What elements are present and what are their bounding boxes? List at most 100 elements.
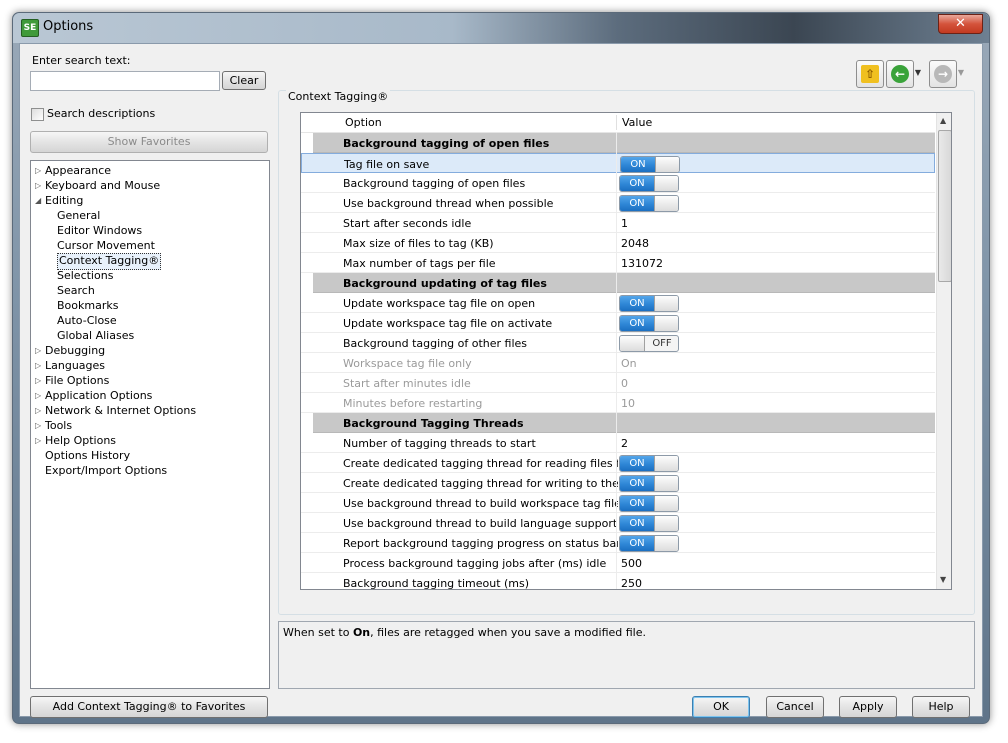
- scroll-thumb[interactable]: [938, 130, 951, 282]
- option-value[interactable]: 2048: [621, 237, 649, 250]
- option-row[interactable]: Update workspace tag file on activate ON: [301, 313, 935, 333]
- option-row[interactable]: Start after seconds idle 1: [301, 213, 935, 233]
- options-grid[interactable]: Option Value Background tagging of open …: [300, 112, 952, 590]
- option-row[interactable]: Report background tagging progress on st…: [301, 533, 935, 553]
- option-row[interactable]: Update workspace tag file on open ON: [301, 293, 935, 313]
- on-off-toggle[interactable]: ON: [619, 315, 679, 332]
- tree-item[interactable]: Search: [57, 283, 95, 298]
- on-off-toggle[interactable]: ON: [619, 175, 679, 192]
- tree-item[interactable]: Application Options: [45, 388, 152, 403]
- option-row[interactable]: Background tagging of other files OFF: [301, 333, 935, 353]
- tree-item[interactable]: Global Aliases: [57, 328, 134, 343]
- collapsed-triangle-icon[interactable]: ▷: [35, 181, 43, 191]
- search-descriptions-checkbox[interactable]: [31, 108, 44, 121]
- option-row[interactable]: Background tagging timeout (ms) 250: [301, 573, 935, 589]
- collapsed-triangle-icon[interactable]: ▷: [35, 421, 43, 431]
- scroll-up-icon[interactable]: ▲: [940, 116, 946, 125]
- option-row[interactable]: Tag file on save ON: [301, 153, 935, 173]
- tree-item[interactable]: Editor Windows: [57, 223, 142, 238]
- description-suffix: , files are retagged when you save a mod…: [370, 626, 647, 639]
- collapsed-triangle-icon[interactable]: ▷: [35, 346, 43, 356]
- show-favorites-button[interactable]: Show Favorites: [30, 131, 268, 153]
- tree-item[interactable]: File Options: [45, 373, 109, 388]
- up-button[interactable]: ⇧: [856, 60, 884, 88]
- grid-scrollbar[interactable]: ▲ ▼: [936, 113, 951, 589]
- option-value[interactable]: 2: [621, 437, 628, 450]
- app-icon: SE: [21, 19, 39, 37]
- group-header-row[interactable]: Background Tagging Threads: [313, 413, 935, 433]
- scroll-down-icon[interactable]: ▼: [940, 575, 946, 584]
- collapsed-triangle-icon[interactable]: ▷: [35, 406, 43, 416]
- tree-item[interactable]: Export/Import Options: [45, 463, 167, 478]
- option-row[interactable]: Use background thread when possible ON: [301, 193, 935, 213]
- option-row[interactable]: Number of tagging threads to start 2: [301, 433, 935, 453]
- ok-button[interactable]: OK: [692, 696, 750, 718]
- on-off-toggle[interactable]: ON: [619, 515, 679, 532]
- add-to-favorites-button[interactable]: Add Context Tagging® to Favorites: [30, 696, 268, 718]
- option-row[interactable]: Minutes before restarting 10: [301, 393, 935, 413]
- on-off-toggle[interactable]: ON: [619, 535, 679, 552]
- option-row[interactable]: Create dedicated tagging thread for writ…: [301, 473, 935, 493]
- option-row[interactable]: Use background thread to build workspace…: [301, 493, 935, 513]
- tree-item[interactable]: General: [57, 208, 100, 223]
- on-off-toggle[interactable]: ON: [619, 195, 679, 212]
- tree-item[interactable]: Cursor Movement: [57, 238, 155, 253]
- tree-item[interactable]: Tools: [45, 418, 72, 433]
- option-row[interactable]: Max size of files to tag (KB) 2048: [301, 233, 935, 253]
- forward-dropdown[interactable]: ▼: [956, 60, 966, 86]
- options-tree[interactable]: ▷ Appearance ▷ Keyboard and Mouse ◢ Editing Ge…: [30, 160, 270, 689]
- title-bar[interactable]: SE Options ✕: [13, 13, 989, 43]
- tree-item[interactable]: Network & Internet Options: [45, 403, 196, 418]
- tree-item[interactable]: Help Options: [45, 433, 116, 448]
- clear-button[interactable]: Clear: [222, 71, 266, 90]
- option-row[interactable]: Max number of tags per file 131072: [301, 253, 935, 273]
- tree-item[interactable]: Keyboard and Mouse: [45, 178, 160, 193]
- tree-item[interactable]: Editing: [45, 193, 83, 208]
- help-button[interactable]: Help: [912, 696, 970, 718]
- cancel-button[interactable]: Cancel: [766, 696, 824, 718]
- on-off-toggle[interactable]: ON: [619, 475, 679, 492]
- option-value[interactable]: 250: [621, 577, 642, 589]
- option-value[interactable]: 0: [621, 377, 628, 390]
- option-value[interactable]: 131072: [621, 257, 663, 270]
- on-off-toggle[interactable]: ON: [620, 156, 680, 173]
- collapsed-triangle-icon[interactable]: ▷: [35, 391, 43, 401]
- column-header-value[interactable]: Value: [622, 116, 652, 129]
- group-header-row[interactable]: Background updating of tag files: [313, 273, 935, 293]
- option-value[interactable]: On: [621, 357, 637, 370]
- option-row[interactable]: Background tagging of open files ON: [301, 173, 935, 193]
- tree-item[interactable]: Debugging: [45, 343, 105, 358]
- tree-item[interactable]: Auto-Close: [57, 313, 117, 328]
- option-row[interactable]: Start after minutes idle 0: [301, 373, 935, 393]
- tree-item[interactable]: Languages: [45, 358, 105, 373]
- option-value[interactable]: 10: [621, 397, 635, 410]
- expanded-triangle-icon[interactable]: ◢: [35, 196, 43, 206]
- close-button[interactable]: ✕: [938, 14, 983, 34]
- group-header-row[interactable]: Background tagging of open files: [313, 133, 935, 153]
- on-off-toggle[interactable]: ON: [619, 495, 679, 512]
- tree-item[interactable]: Appearance: [45, 163, 111, 178]
- option-value[interactable]: 500: [621, 557, 642, 570]
- apply-button[interactable]: Apply: [839, 696, 897, 718]
- collapsed-triangle-icon[interactable]: ▷: [35, 166, 43, 176]
- option-row[interactable]: Process background tagging jobs after (m…: [301, 553, 935, 573]
- collapsed-triangle-icon[interactable]: ▷: [35, 376, 43, 386]
- column-header-option[interactable]: Option: [345, 116, 382, 129]
- on-off-toggle[interactable]: ON: [619, 295, 679, 312]
- back-button[interactable]: ←: [886, 60, 914, 88]
- option-row[interactable]: Create dedicated tagging thread for read…: [301, 453, 935, 473]
- forward-button[interactable]: →: [929, 60, 957, 88]
- on-off-toggle[interactable]: OFF: [619, 335, 679, 352]
- option-value[interactable]: 1: [621, 217, 628, 230]
- search-input[interactable]: [30, 71, 220, 91]
- on-off-toggle[interactable]: ON: [619, 455, 679, 472]
- collapsed-triangle-icon[interactable]: ▷: [35, 436, 43, 446]
- back-dropdown[interactable]: ▼: [913, 60, 923, 86]
- tree-item[interactable]: Options History: [45, 448, 130, 463]
- tree-item[interactable]: Bookmarks: [57, 298, 118, 313]
- collapsed-triangle-icon[interactable]: ▷: [35, 361, 43, 371]
- column-divider[interactable]: [616, 115, 617, 130]
- option-row[interactable]: Use background thread to build language …: [301, 513, 935, 533]
- tree-item[interactable]: Selections: [57, 268, 113, 283]
- option-row[interactable]: Workspace tag file only On: [301, 353, 935, 373]
